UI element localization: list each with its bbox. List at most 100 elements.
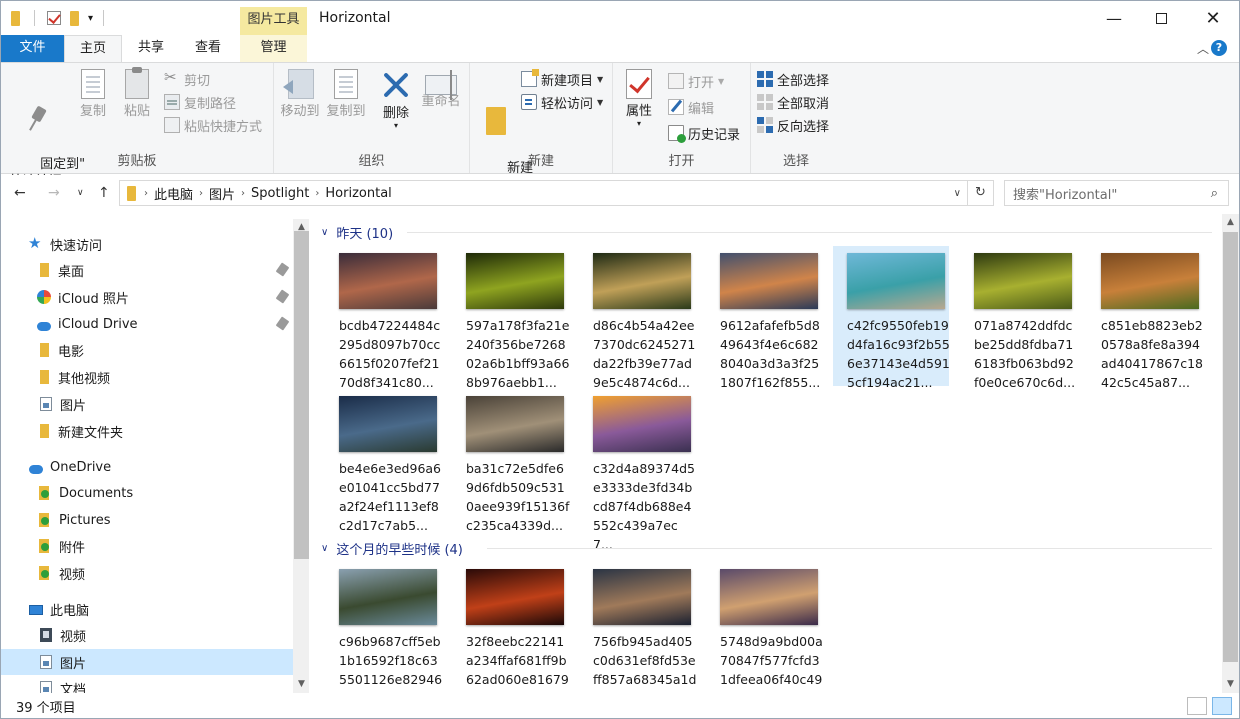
file-tile[interactable]: be4e6e3ed96a6e01041cc5bd77a2f24ef1113ef8… bbox=[325, 389, 441, 533]
properties-button[interactable]: 属性 ▾ bbox=[621, 69, 657, 128]
image-thumbnail[interactable] bbox=[720, 569, 818, 625]
file-tile[interactable]: 597a178f3fa21e240f356be726802a6b1bff93a6… bbox=[452, 246, 569, 390]
tab-home[interactable]: 主页 bbox=[64, 35, 122, 62]
file-tile[interactable]: ba31c72e5dfe69d6fdb509c5310aee939f15136f… bbox=[452, 389, 569, 533]
image-thumbnail[interactable] bbox=[593, 569, 691, 625]
scrollbar-thumb[interactable] bbox=[1223, 232, 1238, 662]
file-tile[interactable]: c96b9687cff5eb1b16592f18c635501126e82946… bbox=[325, 562, 442, 693]
delete-button[interactable]: 删除 ▾ bbox=[378, 69, 414, 130]
move-to-button[interactable]: 移动到 bbox=[278, 69, 322, 120]
forward-arrow-icon[interactable]: → bbox=[48, 185, 60, 201]
search-icon[interactable]: ⌕ bbox=[1211, 186, 1218, 201]
edit-button[interactable]: 编辑 bbox=[668, 97, 714, 117]
chevron-right-icon[interactable]: › bbox=[144, 188, 148, 199]
up-arrow-icon[interactable]: ↑ bbox=[98, 185, 110, 201]
invert-selection-button[interactable]: 反向选择 bbox=[757, 115, 829, 135]
file-tile[interactable]: bcdb47224484c295d8097b70cc6615f0207fef21… bbox=[325, 246, 441, 390]
help-icon[interactable]: ? bbox=[1211, 40, 1227, 56]
open-button[interactable]: 打开 ▼ bbox=[668, 71, 724, 91]
image-thumbnail[interactable] bbox=[847, 253, 945, 309]
scroll-up-icon[interactable]: ▲ bbox=[1222, 214, 1239, 231]
cut-button[interactable]: 剪切 bbox=[164, 68, 210, 89]
easy-access-button[interactable]: 轻松访问 ▼ bbox=[521, 92, 603, 112]
search-box[interactable]: 搜索"Horizontal" ⌕ bbox=[1004, 180, 1229, 206]
image-thumbnail[interactable] bbox=[466, 569, 564, 625]
scroll-down-icon[interactable]: ▼ bbox=[1222, 676, 1239, 693]
details-view-icon[interactable] bbox=[1187, 697, 1207, 715]
image-thumbnail[interactable] bbox=[720, 253, 818, 309]
copy-to-button[interactable]: 复制到 bbox=[324, 69, 368, 120]
history-button[interactable]: 历史记录 bbox=[668, 123, 740, 143]
nav-item[interactable]: OneDrive bbox=[1, 454, 293, 480]
nav-item[interactable]: iCloud Drive bbox=[1, 311, 293, 337]
group-header[interactable]: ∨ 昨天 (10) bbox=[321, 221, 393, 243]
chevron-right-icon[interactable]: › bbox=[241, 188, 245, 199]
file-tile[interactable]: c42fc9550feb19d4fa16c93f2b556e37143e4d59… bbox=[833, 246, 950, 390]
copy-path-button[interactable]: 复制路径 bbox=[164, 92, 236, 112]
select-all-button[interactable]: 全部选择 bbox=[757, 69, 829, 89]
pin-icon[interactable] bbox=[275, 262, 290, 277]
maximize-button[interactable] bbox=[1138, 1, 1184, 35]
nav-item[interactable]: 图片 bbox=[1, 649, 293, 675]
chevron-right-icon[interactable]: › bbox=[199, 188, 203, 199]
paste-shortcut-button[interactable]: 粘贴快捷方式 bbox=[164, 115, 262, 135]
group-header[interactable]: ∨ 这个月的早些时候 (4) bbox=[321, 537, 463, 559]
nav-scrollbar[interactable]: ▲ ▼ bbox=[293, 219, 310, 693]
customize-dropdown-icon[interactable]: ▾ bbox=[88, 13, 93, 24]
collapse-chevron-icon[interactable]: ∨ bbox=[321, 227, 328, 238]
nav-item[interactable]: 电影 bbox=[1, 337, 293, 363]
breadcrumb-spotlight[interactable]: Spotlight bbox=[251, 186, 309, 201]
nav-item[interactable]: 快速访问 bbox=[1, 231, 293, 257]
chevron-right-icon[interactable]: › bbox=[315, 188, 319, 199]
image-thumbnail[interactable] bbox=[1101, 253, 1199, 309]
nav-item[interactable]: iCloud 照片 bbox=[1, 284, 293, 310]
scroll-down-icon[interactable]: ▼ bbox=[293, 676, 310, 693]
new-folder-icon[interactable] bbox=[70, 10, 79, 26]
image-thumbnail[interactable] bbox=[339, 253, 437, 309]
content-scrollbar[interactable]: ▲ ▼ bbox=[1222, 214, 1239, 693]
refresh-icon[interactable]: ↻ bbox=[967, 181, 993, 205]
collapse-chevron-icon[interactable]: ∨ bbox=[321, 543, 328, 554]
copy-button[interactable]: 复制 bbox=[75, 69, 111, 120]
image-thumbnail[interactable] bbox=[466, 253, 564, 309]
search-input[interactable]: 搜索"Horizontal" bbox=[1013, 184, 1117, 203]
image-thumbnail[interactable] bbox=[593, 253, 691, 309]
image-thumbnail[interactable] bbox=[974, 253, 1072, 309]
image-thumbnail[interactable] bbox=[339, 396, 437, 452]
nav-item[interactable]: 视频 bbox=[1, 560, 293, 586]
rename-button[interactable]: 重命名 bbox=[418, 69, 464, 110]
large-icons-view-icon[interactable] bbox=[1212, 697, 1232, 715]
nav-item[interactable]: 视频 bbox=[1, 622, 293, 648]
breadcrumb-pictures[interactable]: 图片 bbox=[209, 184, 235, 203]
nav-item[interactable]: 图片 bbox=[1, 391, 293, 417]
close-button[interactable]: ✕ bbox=[1190, 1, 1236, 35]
nav-item[interactable]: 附件 bbox=[1, 533, 293, 559]
file-tile[interactable]: 5748d9a9bd00a70847f577fcfd31dfeea06f40c4… bbox=[706, 562, 823, 693]
pin-icon[interactable] bbox=[275, 289, 290, 304]
file-tile[interactable]: c32d4a89374d5e3333de3fd34bcd87f4db688e45… bbox=[579, 389, 695, 552]
tab-manage[interactable]: 管理 bbox=[240, 35, 307, 62]
nav-item[interactable]: 其他视频 bbox=[1, 364, 293, 390]
back-arrow-icon[interactable]: ← bbox=[14, 185, 26, 201]
recent-locations-chevron-icon[interactable]: ∨ bbox=[77, 188, 84, 198]
select-none-button[interactable]: 全部取消 bbox=[757, 92, 829, 112]
address-bar[interactable]: › 此电脑 › 图片 › Spotlight › Horizontal ∨ ↻ bbox=[119, 180, 994, 206]
scrollbar-thumb[interactable] bbox=[294, 231, 309, 559]
file-tile[interactable]: 9612afafefb5d849643f4e6c6828040a3d3a3f25… bbox=[706, 246, 822, 390]
image-thumbnail[interactable] bbox=[339, 569, 437, 625]
paste-button[interactable]: 粘贴 bbox=[119, 67, 155, 120]
nav-item[interactable]: 新建文件夹 bbox=[1, 418, 293, 444]
address-dropdown-icon[interactable]: ∨ bbox=[954, 188, 961, 199]
file-tile[interactable]: 756fb945ad405c0d631ef8fd53eff857a68345a1… bbox=[579, 562, 696, 693]
nav-item[interactable]: 此电脑 bbox=[1, 596, 293, 622]
tab-share[interactable]: 共享 bbox=[125, 35, 177, 62]
file-tile[interactable]: d86c4b54a42ee7370dc6245271da22fb39e77ad9… bbox=[579, 246, 695, 390]
tab-view[interactable]: 查看 bbox=[181, 35, 235, 62]
image-thumbnail[interactable] bbox=[593, 396, 691, 452]
breadcrumb-this-pc[interactable]: 此电脑 bbox=[154, 184, 193, 203]
nav-item[interactable]: 文档 bbox=[1, 675, 293, 693]
tab-file[interactable]: 文件 bbox=[1, 35, 64, 62]
collapse-ribbon-icon[interactable]: ︿ bbox=[1197, 40, 1209, 57]
nav-item[interactable]: 桌面 bbox=[1, 257, 293, 283]
new-item-button[interactable]: 新建项目 ▼ bbox=[521, 69, 603, 89]
